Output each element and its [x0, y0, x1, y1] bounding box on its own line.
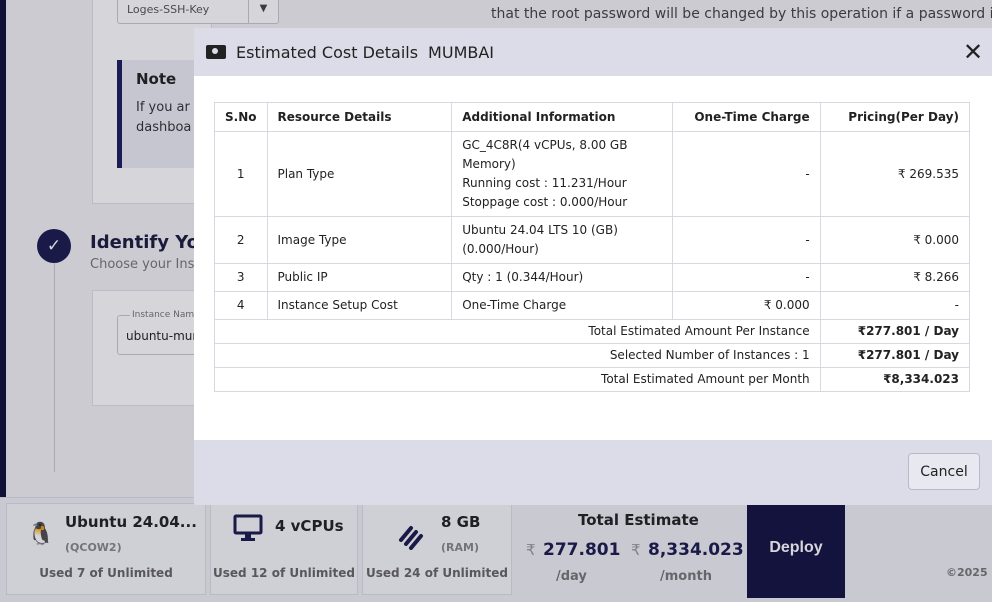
- table-row: 3 Public IP Qty : 1 (0.344/Hour) - ₹ 8.2…: [214, 263, 971, 292]
- info-line: GC_4C8R(4 vCPUs, 8.00 GB: [462, 138, 628, 152]
- modal-region: MUMBAI: [428, 43, 495, 62]
- info-line: Ubuntu 24.04 LTS 10 (GB): [462, 223, 618, 237]
- modal-title-text: Estimated Cost Details: [236, 43, 419, 62]
- info-line: One-Time Charge: [462, 298, 567, 312]
- row-info: GC_4C8R(4 vCPUs, 8.00 GB Memory) Running…: [451, 131, 673, 217]
- row-price: ₹ 269.535: [819, 131, 971, 217]
- info-line: Memory): [462, 157, 516, 171]
- row-sno: 1: [214, 131, 268, 217]
- row-one-time: -: [671, 131, 821, 217]
- table-row: 2 Image Type Ubuntu 24.04 LTS 10 (GB) (0…: [214, 216, 971, 264]
- row-sno: 3: [214, 263, 268, 292]
- total-label: Total Estimated Amount Per Instance: [214, 319, 821, 344]
- info-line: (0.000/Hour): [462, 242, 539, 256]
- row-info: Ubuntu 24.04 LTS 10 (GB) (0.000/Hour): [451, 216, 673, 264]
- modal-header: Estimated Cost Details MUMBAI ✕: [194, 28, 992, 76]
- info-line: Stoppage cost : 0.000/Hour: [462, 195, 628, 209]
- info-line: Running cost : 11.231/Hour: [462, 176, 627, 190]
- row-resource: Public IP: [266, 263, 453, 292]
- money-bill-icon: [206, 45, 226, 59]
- table-row: 4 Instance Setup Cost One-Time Charge ₹ …: [214, 291, 971, 320]
- row-price: ₹ 0.000: [819, 216, 971, 264]
- row-info: Qty : 1 (0.344/Hour): [451, 263, 673, 292]
- row-price: ₹ 8.266: [819, 263, 971, 292]
- header-sno: S.No: [214, 102, 268, 132]
- modal-title: Estimated Cost Details MUMBAI: [236, 43, 494, 62]
- row-info: One-Time Charge: [451, 291, 673, 320]
- total-label: Total Estimated Amount per Month: [214, 367, 821, 392]
- header-pricing: Pricing(Per Day): [819, 102, 971, 132]
- total-label: Selected Number of Instances : 1: [214, 343, 821, 368]
- total-value: ₹277.801 / Day: [819, 319, 971, 344]
- header-one-time-charge: One-Time Charge: [671, 102, 821, 132]
- modal-footer: Cancel: [194, 440, 992, 505]
- row-one-time: ₹ 0.000: [671, 291, 821, 320]
- row-resource: Image Type: [266, 216, 453, 264]
- table-row: 1 Plan Type GC_4C8R(4 vCPUs, 8.00 GB Mem…: [214, 131, 971, 217]
- total-row: Total Estimated Amount Per Instance ₹277…: [214, 319, 971, 344]
- info-line: Qty : 1 (0.344/Hour): [462, 270, 584, 284]
- row-one-time: -: [671, 263, 821, 292]
- total-value: ₹277.801 / Day: [819, 343, 971, 368]
- cancel-button[interactable]: Cancel: [908, 453, 980, 490]
- row-price: -: [819, 291, 971, 320]
- row-sno: 4: [214, 291, 268, 320]
- total-row: Selected Number of Instances : 1 ₹277.80…: [214, 343, 971, 368]
- header-additional-info: Additional Information: [451, 102, 673, 132]
- row-one-time: -: [671, 216, 821, 264]
- cost-details-table: S.No Resource Details Additional Informa…: [214, 102, 971, 392]
- table-header-row: S.No Resource Details Additional Informa…: [214, 102, 971, 132]
- row-resource: Instance Setup Cost: [266, 291, 453, 320]
- row-sno: 2: [214, 216, 268, 264]
- total-row: Total Estimated Amount per Month ₹8,334.…: [214, 367, 971, 392]
- header-resource: Resource Details: [266, 102, 453, 132]
- estimated-cost-modal: Estimated Cost Details MUMBAI ✕ S.No Reso…: [194, 28, 992, 505]
- row-resource: Plan Type: [266, 131, 453, 217]
- close-icon[interactable]: ✕: [962, 40, 984, 64]
- total-value: ₹8,334.023: [819, 367, 971, 392]
